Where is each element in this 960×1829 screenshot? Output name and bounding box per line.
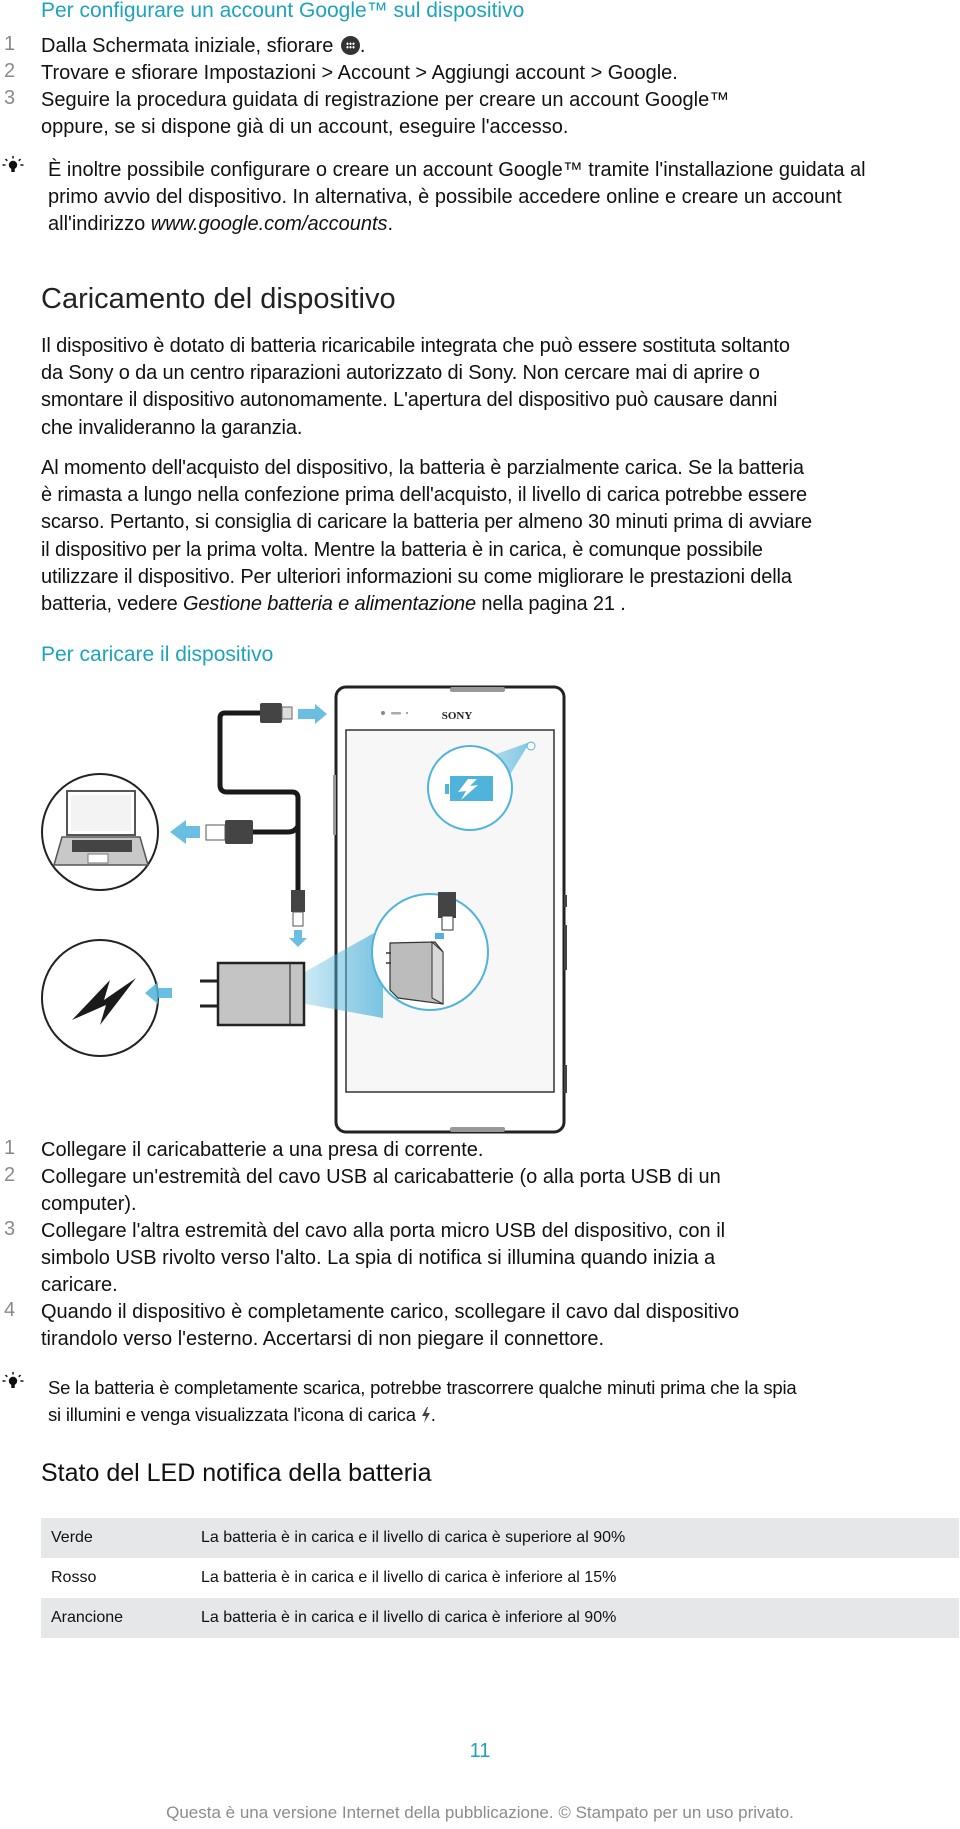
subsection-title-google-account: Per configurare un account Google™ sul d… <box>41 0 525 22</box>
usb-cable <box>170 703 327 947</box>
google-accounts-link[interactable]: www.google.com/accounts <box>151 213 388 235</box>
footer-note: Questa è una versione Internet della pub… <box>166 1803 794 1822</box>
para-line: utilizzare il dispositivo. Per ulteriori… <box>41 565 792 588</box>
step-line: computer). <box>41 1193 137 1215</box>
led-color-cell: Arancione <box>41 1598 201 1638</box>
para-line: il dispositivo per la prima volta. Mentr… <box>41 538 763 561</box>
section-heading-led-status: Stato del LED notifica della batteria <box>41 1459 432 1487</box>
para-line: è rimasta a lungo nella confezione prima… <box>41 484 807 507</box>
tip-line: si illumini e venga visualizzata l'icona… <box>48 1401 928 1428</box>
sony-brand-text: SONY <box>442 710 473 722</box>
tip-empty-battery: Se la batteria è completamente scarica, … <box>48 1374 928 1428</box>
step-number: 4 <box>4 1299 16 1321</box>
step-number: 2 <box>4 1164 16 1186</box>
step-line: oppure, se si dispone già di un account,… <box>41 116 569 138</box>
table-row: Arancione La batteria è in carica e il l… <box>41 1598 959 1638</box>
step-3: Seguire la procedura guidata di registra… <box>41 87 921 141</box>
table-row: Verde La batteria è in carica e il livel… <box>41 1518 959 1558</box>
led-description-cell: La batteria è in carica e il livello di … <box>201 1518 959 1558</box>
led-description-cell: La batteria è in carica e il livello di … <box>201 1569 617 1586</box>
subsection-title-charge-device: Per caricare il dispositivo <box>41 643 274 666</box>
para-line: scarso. Pertanto, si consiglia di carica… <box>41 511 813 534</box>
tip-text: si illumini e venga visualizzata l'icona… <box>48 1404 421 1425</box>
para-text: nella pagina 21 . <box>476 593 626 616</box>
paragraph-battery-purchase: Al momento dell'acquisto del dispositivo… <box>41 455 941 618</box>
step-text-end: . <box>359 35 366 57</box>
tip-text: . <box>387 213 394 235</box>
step-2: Trovare e sfiorare Impostazioni > Accoun… <box>41 62 678 84</box>
step-1: Dalla Schermata iniziale, sfiorare . <box>41 33 921 60</box>
step-number: 1 <box>4 33 16 55</box>
step-line: simbolo USB rivolto verso l'alto. La spi… <box>41 1247 716 1269</box>
arrow-to-charger-icon <box>289 930 307 947</box>
table-row: Rosso La batteria è in carica e il livel… <box>41 1558 959 1598</box>
step-line: Collegare il caricabatterie a una presa … <box>41 1139 484 1161</box>
charge-step-3: Collegare l'altra estremità del cavo all… <box>41 1218 921 1299</box>
led-color-cell: Verde <box>41 1518 201 1558</box>
apps-icon <box>340 36 360 55</box>
battery-management-link[interactable]: Gestione batteria e alimentazione <box>183 593 476 615</box>
step-number: 3 <box>4 1218 16 1240</box>
step-number: 3 <box>4 87 16 109</box>
lightbulb-icon <box>2 1372 24 1388</box>
para-line: smontare il dispositivo autonomamente. L… <box>41 389 778 412</box>
step-line: Quando il dispositivo è completamente ca… <box>41 1301 740 1323</box>
tip-text: all'indirizzo <box>48 213 151 235</box>
arrow-to-laptop-icon <box>170 820 200 844</box>
step-line: caricare. <box>41 1274 118 1296</box>
tip-line: Se la batteria è completamente scarica, … <box>48 1377 797 1398</box>
led-color-cell: Rosso <box>51 1569 97 1586</box>
charging-illustration: SONY <box>41 685 567 1134</box>
power-outlet-illustration <box>41 939 306 1057</box>
para-line: Al momento dell'acquisto del dispositivo… <box>41 457 804 479</box>
laptop-illustration <box>41 773 159 891</box>
step-text: Dalla Schermata iniziale, sfiorare <box>41 35 339 57</box>
step-number: 1 <box>4 1137 16 1159</box>
step-line: Collegare l'altra estremità del cavo all… <box>41 1220 726 1242</box>
tip-line: È inoltre possibile configurare o creare… <box>48 159 866 181</box>
paragraph-battery-intro: Il dispositivo è dotato di batteria rica… <box>41 333 941 442</box>
charging-bolt-icon <box>421 1407 430 1423</box>
para-text: batteria, vedere <box>41 593 183 616</box>
para-line: che invalideranno la garanzia. <box>41 416 303 439</box>
led-status-table: Verde La batteria è in carica e il livel… <box>41 1518 959 1638</box>
tip-google-setup: È inoltre possibile configurare o creare… <box>48 157 928 238</box>
para-line: batteria, vedere Gestione batteria e ali… <box>41 591 941 618</box>
step-line: Seguire la procedura guidata di registra… <box>41 89 730 111</box>
tip-text: . <box>430 1404 436 1425</box>
charge-step-4: Quando il dispositivo è completamente ca… <box>41 1299 921 1353</box>
step-line: Collegare un'estremità del cavo USB al c… <box>41 1166 721 1188</box>
step-number: 2 <box>4 60 16 82</box>
led-description-cell: La batteria è in carica e il livello di … <box>201 1598 959 1638</box>
section-heading-charging: Caricamento del dispositivo <box>41 283 396 315</box>
arrow-to-phone-icon <box>298 704 327 724</box>
charge-step-1: Collegare il caricabatterie a una presa … <box>41 1137 921 1164</box>
page-number: 11 <box>469 1740 491 1762</box>
para-line: Il dispositivo è dotato di batteria rica… <box>41 335 790 357</box>
tip-line: primo avvio del dispositivo. In alternat… <box>48 186 842 208</box>
para-line: da Sony o da un centro riparazioni autor… <box>41 362 760 385</box>
step-line: tirandolo verso l'esterno. Accertarsi di… <box>41 1328 605 1350</box>
charge-step-2: Collegare un'estremità del cavo USB al c… <box>41 1164 921 1218</box>
lightbulb-icon <box>2 156 24 172</box>
tip-line: all'indirizzo www.google.com/accounts. <box>48 211 928 238</box>
